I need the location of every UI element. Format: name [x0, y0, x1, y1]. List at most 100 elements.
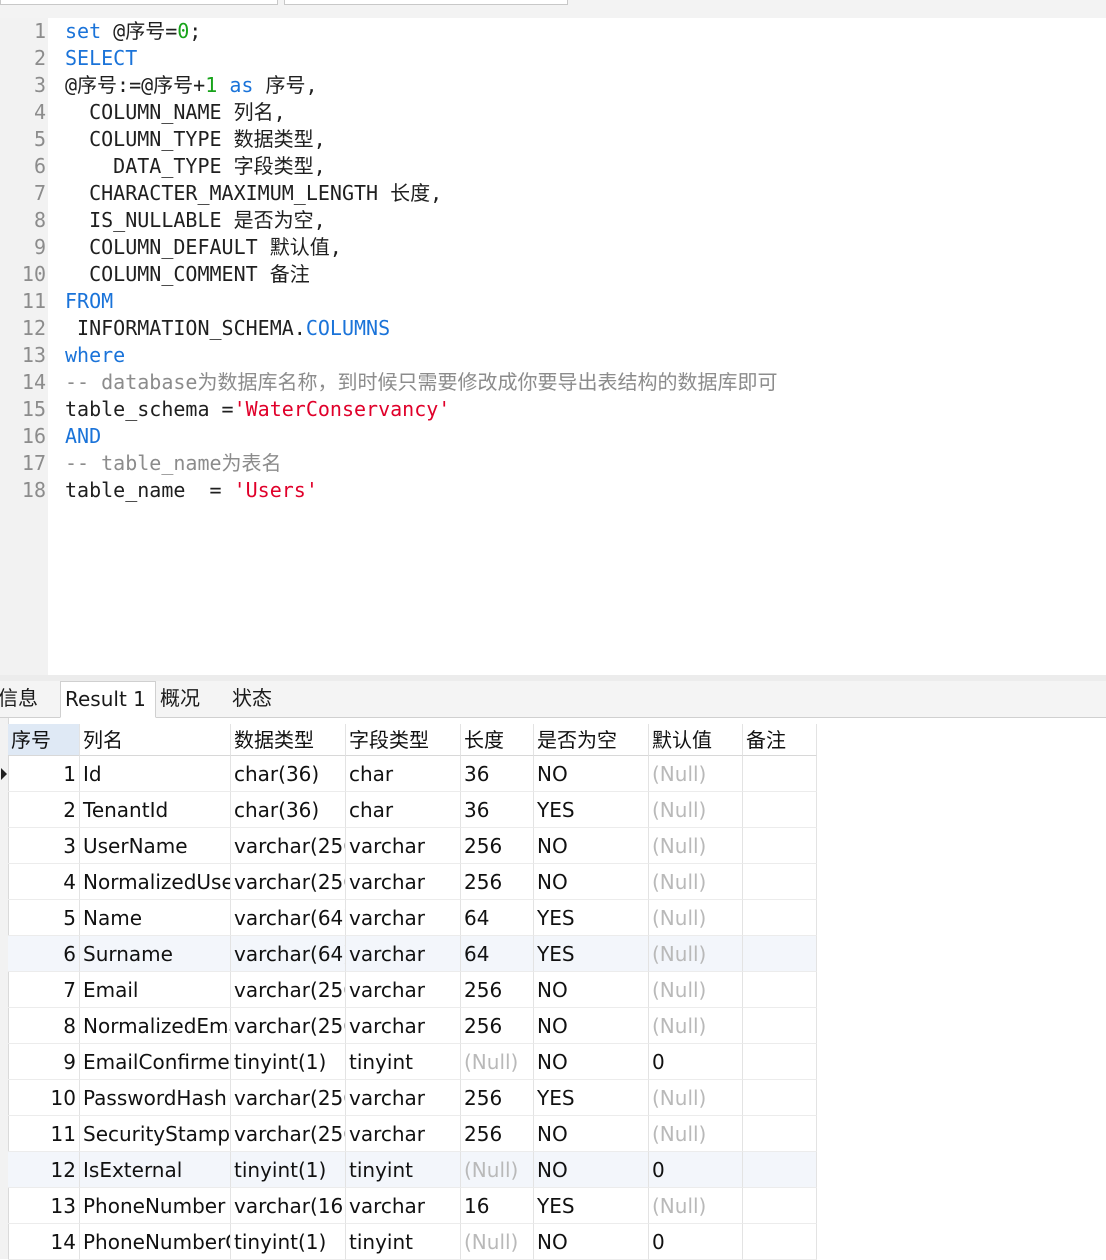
cell-col-comment[interactable]: [743, 1044, 817, 1080]
cell-col-default[interactable]: (Null): [649, 1188, 743, 1224]
tab-profile[interactable]: 概况: [156, 681, 226, 717]
cell-col-name[interactable]: PhoneNumberConfirmed: [80, 1224, 231, 1260]
cell-col-default[interactable]: (Null): [649, 1116, 743, 1152]
cell-col-default[interactable]: (Null): [649, 828, 743, 864]
cell-col-data-type[interactable]: varchar(256): [231, 1080, 346, 1116]
cell-col-name[interactable]: Email: [80, 972, 231, 1008]
cell-col-length[interactable]: 256: [461, 864, 534, 900]
tab-result-1[interactable]: Result 1: [60, 681, 156, 718]
cell-col-field-type[interactable]: varchar: [346, 900, 461, 936]
cell-col-data-type[interactable]: tinyint(1): [231, 1224, 346, 1260]
header-col-index[interactable]: 序号: [8, 724, 80, 756]
cell-col-field-type[interactable]: varchar: [346, 1116, 461, 1152]
cell-col-field-type[interactable]: varchar: [346, 972, 461, 1008]
cell-col-nullable[interactable]: NO: [534, 1152, 649, 1188]
cell-col-index[interactable]: 9: [8, 1044, 80, 1080]
cell-col-name[interactable]: IsExternal: [80, 1152, 231, 1188]
cell-col-comment[interactable]: [743, 936, 817, 972]
cell-col-index[interactable]: 14: [8, 1224, 80, 1260]
cell-col-field-type[interactable]: varchar: [346, 864, 461, 900]
cell-col-default[interactable]: (Null): [649, 972, 743, 1008]
cell-col-index[interactable]: 7: [8, 972, 80, 1008]
tab-info[interactable]: 信息: [0, 681, 56, 717]
cell-col-default[interactable]: 0: [649, 1152, 743, 1188]
cell-col-name[interactable]: EmailConfirmed: [80, 1044, 231, 1080]
cell-col-length[interactable]: 36: [461, 792, 534, 828]
cell-col-comment[interactable]: [743, 1224, 817, 1260]
header-col-default[interactable]: 默认值: [649, 724, 743, 756]
header-col-data-type[interactable]: 数据类型: [231, 724, 346, 756]
header-col-field-type[interactable]: 字段类型: [346, 724, 461, 756]
cell-col-data-type[interactable]: varchar(64): [231, 900, 346, 936]
cell-col-comment[interactable]: [743, 1008, 817, 1044]
cell-col-data-type[interactable]: varchar(64): [231, 936, 346, 972]
cell-col-field-type[interactable]: varchar: [346, 1008, 461, 1044]
cell-col-comment[interactable]: [743, 1188, 817, 1224]
cell-col-length[interactable]: 64: [461, 936, 534, 972]
cell-col-default[interactable]: (Null): [649, 1008, 743, 1044]
cell-col-default[interactable]: (Null): [649, 792, 743, 828]
cell-col-nullable[interactable]: NO: [534, 972, 649, 1008]
cell-col-field-type[interactable]: tinyint: [346, 1224, 461, 1260]
top-field-left[interactable]: [0, 0, 278, 5]
cell-col-name[interactable]: UserName: [80, 828, 231, 864]
cell-col-length[interactable]: 16: [461, 1188, 534, 1224]
cell-col-index[interactable]: 12: [8, 1152, 80, 1188]
cell-col-data-type[interactable]: char(36): [231, 756, 346, 792]
cell-col-default[interactable]: (Null): [649, 756, 743, 792]
cell-col-index[interactable]: 6: [8, 936, 80, 972]
cell-col-index[interactable]: 10: [8, 1080, 80, 1116]
cell-col-default[interactable]: (Null): [649, 1080, 743, 1116]
cell-col-index[interactable]: 11: [8, 1116, 80, 1152]
cell-col-length[interactable]: 256: [461, 1116, 534, 1152]
cell-col-name[interactable]: PasswordHash: [80, 1080, 231, 1116]
cell-col-default[interactable]: 0: [649, 1224, 743, 1260]
cell-col-index[interactable]: 8: [8, 1008, 80, 1044]
cell-col-nullable[interactable]: NO: [534, 864, 649, 900]
cell-col-field-type[interactable]: varchar: [346, 1080, 461, 1116]
tab-status[interactable]: 状态: [228, 681, 298, 717]
header-col-length[interactable]: 长度: [461, 724, 534, 756]
cell-col-length[interactable]: 256: [461, 972, 534, 1008]
cell-col-index[interactable]: 3: [8, 828, 80, 864]
cell-col-data-type[interactable]: varchar(256): [231, 1116, 346, 1152]
cell-col-nullable[interactable]: NO: [534, 1116, 649, 1152]
cell-col-index[interactable]: 13: [8, 1188, 80, 1224]
cell-col-comment[interactable]: [743, 972, 817, 1008]
cell-col-data-type[interactable]: tinyint(1): [231, 1152, 346, 1188]
cell-col-length[interactable]: (Null): [461, 1152, 534, 1188]
header-col-nullable[interactable]: 是否为空: [534, 724, 649, 756]
cell-col-name[interactable]: TenantId: [80, 792, 231, 828]
cell-col-nullable[interactable]: YES: [534, 1080, 649, 1116]
cell-col-length[interactable]: 256: [461, 828, 534, 864]
cell-col-data-type[interactable]: char(36): [231, 792, 346, 828]
cell-col-index[interactable]: 5: [8, 900, 80, 936]
cell-col-field-type[interactable]: tinyint: [346, 1152, 461, 1188]
cell-col-index[interactable]: 2: [8, 792, 80, 828]
cell-col-name[interactable]: Surname: [80, 936, 231, 972]
cell-col-length[interactable]: 64: [461, 900, 534, 936]
cell-col-data-type[interactable]: varchar(256): [231, 864, 346, 900]
cell-col-name[interactable]: NormalizedUserName: [80, 864, 231, 900]
cell-col-field-type[interactable]: char: [346, 792, 461, 828]
cell-col-comment[interactable]: [743, 756, 817, 792]
cell-col-nullable[interactable]: YES: [534, 792, 649, 828]
cell-col-name[interactable]: NormalizedEmail: [80, 1008, 231, 1044]
cell-col-comment[interactable]: [743, 828, 817, 864]
header-col-name[interactable]: 列名: [80, 724, 231, 756]
cell-col-field-type[interactable]: varchar: [346, 828, 461, 864]
cell-col-comment[interactable]: [743, 864, 817, 900]
sql-editor[interactable]: 1 2 3 4 5 6 7 8 9 10 11 12 13 14 15 16 17 18 set @序号=0; SE…: [0, 18, 1106, 675]
cell-col-comment[interactable]: [743, 1116, 817, 1152]
cell-col-default[interactable]: (Null): [649, 936, 743, 972]
cell-col-length[interactable]: 256: [461, 1008, 534, 1044]
cell-col-name[interactable]: Name: [80, 900, 231, 936]
cell-col-nullable[interactable]: NO: [534, 1224, 649, 1260]
cell-col-length[interactable]: (Null): [461, 1224, 534, 1260]
cell-col-data-type[interactable]: varchar(16): [231, 1188, 346, 1224]
cell-col-nullable[interactable]: NO: [534, 1008, 649, 1044]
cell-col-index[interactable]: 1: [8, 756, 80, 792]
cell-col-length[interactable]: 256: [461, 1080, 534, 1116]
header-col-comment[interactable]: 备注: [743, 724, 817, 756]
cell-col-name[interactable]: Id: [80, 756, 231, 792]
